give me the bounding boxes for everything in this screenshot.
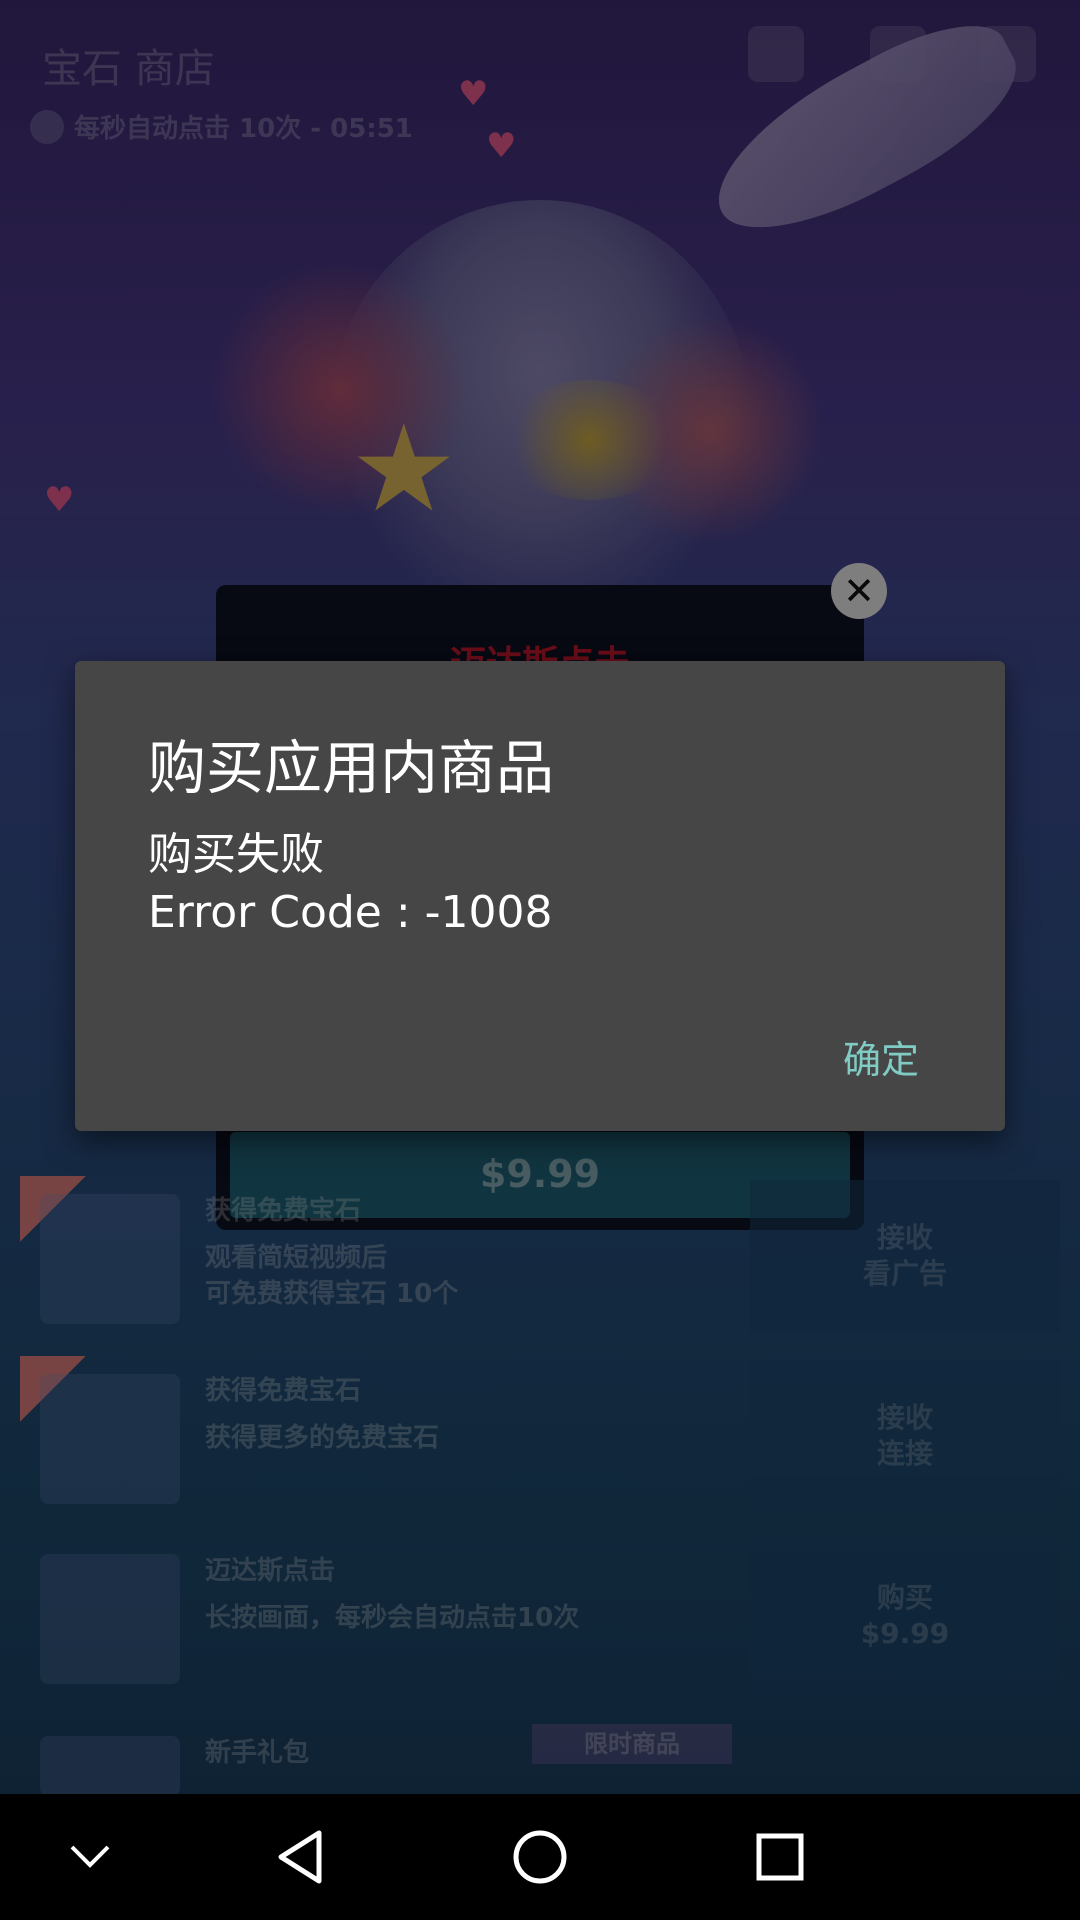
purchase-error-dialog: 购买应用内商品 购买失败 Error Code : -1008 确定: [75, 661, 1005, 1131]
system-nav-bar: [0, 1794, 1080, 1920]
back-icon[interactable]: [220, 1794, 380, 1920]
dialog-title: 购买应用内商品: [148, 734, 555, 802]
dialog-message: 购买失败 Error Code : -1008: [148, 829, 553, 938]
recents-icon[interactable]: [700, 1794, 860, 1920]
home-icon[interactable]: [460, 1794, 620, 1920]
ok-button[interactable]: 确定: [835, 1023, 927, 1090]
chevron-down-icon[interactable]: [10, 1794, 170, 1920]
